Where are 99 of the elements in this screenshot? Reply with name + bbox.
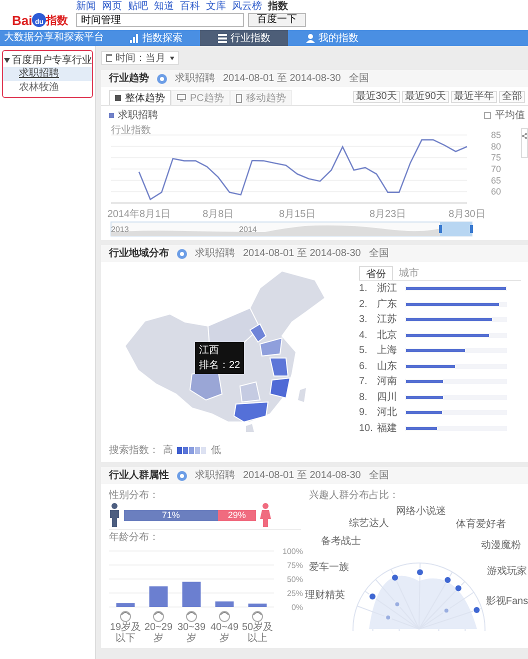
top-link[interactable]: 新闻: [76, 2, 96, 12]
axis-tick: 8月30日: [448, 209, 486, 220]
section-label: 性别分布：: [109, 488, 160, 503]
card-meta: 求职招聘: [175, 72, 215, 86]
rank-number: 2.: [359, 298, 368, 312]
rank-number: 7.: [359, 375, 368, 390]
axis-tick: 50%: [286, 575, 303, 584]
tree-group[interactable]: 百度用户专享行业: [3, 53, 92, 67]
radar-label: 游戏玩家: [487, 566, 527, 577]
rank-number: 9.: [359, 406, 368, 420]
card-meta: 求职招聘: [195, 246, 235, 261]
region-name: 上海: [377, 344, 398, 358]
tooltip-title: 江西: [199, 344, 220, 358]
card-title: 行业地域分布: [109, 246, 169, 261]
axis-label: 行业指数: [111, 125, 151, 136]
axis-tick: 0%: [291, 603, 303, 611]
age-label: 40~49岁: [209, 622, 240, 644]
age-label: 20~29岁: [143, 622, 174, 644]
region-name: 广东: [377, 298, 398, 312]
axis-tick: 80: [490, 141, 501, 152]
axis-tick: 25%: [286, 589, 303, 598]
rank-number: 10.: [359, 422, 373, 436]
average-checkbox[interactable]: 平均值: [484, 108, 525, 123]
male-share: 71%: [162, 510, 180, 520]
radar-label: 影视Fans: [486, 596, 528, 607]
range-button[interactable]: 全部: [499, 91, 525, 103]
nav-tab[interactable]: 行业指数: [200, 30, 288, 46]
region-name: 河南: [377, 374, 398, 390]
radar-label: 备考战士: [321, 536, 361, 547]
card-meta: 2014-08-01 至 2014-08-30: [243, 247, 361, 261]
card-title: 行业人群属性: [109, 468, 169, 483]
axis-tick: 2014年8月1日: [107, 209, 171, 220]
rank-number: 6.: [359, 360, 368, 374]
search-field[interactable]: 时间管理: [76, 13, 244, 27]
axis-tick: 75%: [286, 561, 303, 570]
age-label: 30~39岁: [176, 622, 207, 644]
top-link[interactable]: 风云榜: [232, 2, 262, 12]
legend-label: 低: [211, 444, 221, 458]
chart-tab[interactable]: 整体趋势: [109, 90, 171, 105]
region-name: 四川: [377, 390, 398, 405]
age-label: 19岁及以下: [109, 622, 142, 644]
radar-label: 综艺达人: [349, 518, 389, 529]
top-link[interactable]: 知道: [154, 2, 174, 12]
region-name: 山东: [377, 360, 398, 374]
section-label: 年龄分布：: [109, 529, 301, 545]
rank-number: 5.: [359, 344, 368, 358]
axis-tick: 75: [490, 152, 501, 163]
radar-label: 体育爱好者: [456, 519, 506, 530]
top-link[interactable]: 指数: [268, 2, 288, 12]
timeline-label: 2014: [239, 225, 257, 234]
radar-label: 动漫魔粉: [481, 540, 521, 551]
range-button[interactable]: 最近90天: [402, 91, 449, 103]
region-name: 北京: [377, 328, 398, 343]
axis-tick: 8月15日: [279, 209, 316, 220]
card-title: 行业趋势: [109, 72, 149, 86]
rank-number: 8.: [359, 390, 368, 405]
axis-tick: 8月23日: [369, 209, 406, 220]
age-label: 50岁及以上: [241, 622, 274, 644]
rank-number: 3.: [359, 313, 368, 328]
axis-tick: 100%: [282, 547, 303, 556]
tooltip-text: 排名：22: [199, 358, 240, 373]
radar-label: 爱车一族: [309, 562, 349, 573]
range-button[interactable]: 最近半年: [451, 91, 497, 103]
card-meta: 求职招聘: [195, 468, 235, 483]
timeline-label: 2013: [111, 225, 129, 234]
rank-number: 1.: [359, 282, 368, 296]
radar-label: 理财精英: [305, 590, 345, 601]
female-share: 29%: [228, 510, 246, 520]
card-meta: 全国: [348, 72, 369, 86]
rank-number: 4.: [359, 328, 368, 343]
time-select[interactable]: 时间：当月: [101, 51, 179, 65]
section-label: 兴趣人群分布占比：: [308, 488, 400, 503]
legend-label: 搜索指数：: [109, 444, 159, 458]
axis-tick: 65: [490, 175, 501, 186]
card-meta: 全国: [368, 247, 389, 261]
card-meta: 2014-08-01 至 2014-08-30: [243, 469, 361, 483]
site-slogan: 大数据分享和探索平台: [3, 30, 105, 45]
region-name: 福建: [377, 422, 398, 436]
region-name: 江苏: [377, 312, 398, 328]
legend-label: 高: [163, 444, 173, 458]
region-name: 浙江: [377, 282, 398, 296]
axis-tick: 60: [490, 186, 501, 197]
card-meta: 2014-08-01 至 2014-08-30: [223, 72, 341, 86]
card-meta: 全国: [368, 469, 389, 483]
top-link[interactable]: 网页: [102, 2, 122, 12]
legend-label: 求职招聘: [118, 108, 158, 123]
ranking-tab[interactable]: 省份: [359, 266, 393, 280]
top-link[interactable]: 贴吧: [128, 2, 148, 12]
tree-item[interactable]: 求职招聘: [3, 67, 92, 81]
top-link[interactable]: 百科: [180, 2, 200, 12]
axis-tick: 85: [490, 130, 501, 140]
axis-tick: 70: [490, 164, 501, 174]
region-name: 河北: [377, 406, 398, 420]
tree-item[interactable]: 农林牧渔: [3, 81, 92, 95]
top-link[interactable]: 文库: [206, 2, 226, 12]
range-button[interactable]: 最近30天: [352, 91, 400, 103]
search-button[interactable]: 百度一下: [248, 13, 306, 27]
radar-label: 网络小说迷: [396, 506, 446, 517]
axis-tick: 8月8日: [202, 209, 234, 220]
